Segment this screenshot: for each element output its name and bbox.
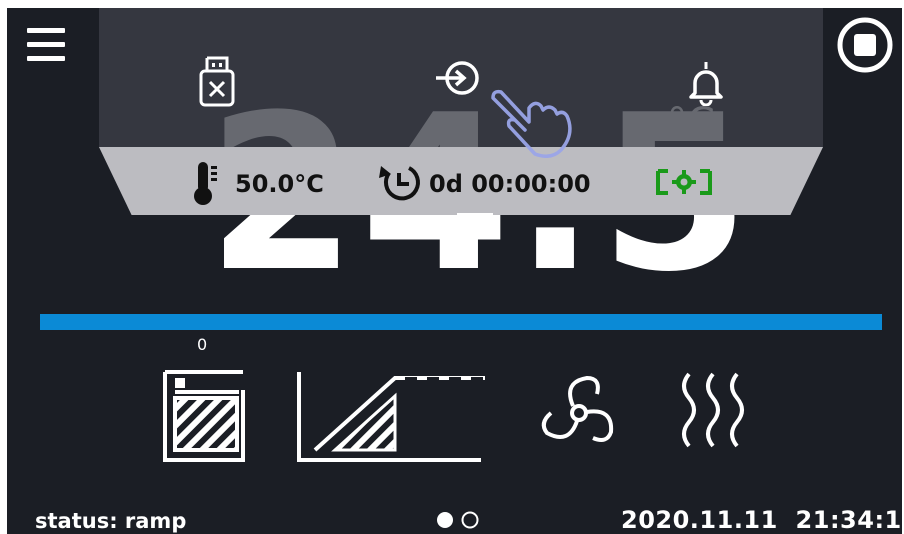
bell-icon[interactable] xyxy=(687,60,725,106)
fan-icon[interactable] xyxy=(533,368,625,458)
controller-screen: 24.5 °C 50.0°C xyxy=(7,8,902,534)
status-text: status: ramp xyxy=(35,509,187,533)
progress-bar xyxy=(40,314,882,330)
cycle-counter: 0 xyxy=(197,335,208,354)
ramp-icon[interactable] xyxy=(295,368,485,464)
datetime: 2020.11.11 21:34:16 xyxy=(621,506,902,534)
date: 2020.11.11 xyxy=(621,506,778,534)
timer-icon xyxy=(379,166,420,201)
stop-button[interactable] xyxy=(836,16,894,74)
time: 21:34:16 xyxy=(795,506,902,534)
thermometer-icon xyxy=(194,162,217,205)
menu-icon[interactable] xyxy=(27,24,65,68)
chamber-icon[interactable] xyxy=(161,368,253,464)
timer-value: 0d 00:00:00 xyxy=(429,170,591,198)
page-indicator[interactable] xyxy=(435,510,487,530)
set-temperature: 50.0°C xyxy=(235,170,324,198)
usb-eject-icon[interactable] xyxy=(197,54,237,110)
login-icon[interactable] xyxy=(432,58,484,98)
program-mode-icon[interactable] xyxy=(655,168,713,196)
divider xyxy=(457,213,493,217)
hand-pointer-icon xyxy=(491,89,572,158)
progress-fill xyxy=(40,314,882,330)
heating-icon[interactable] xyxy=(667,368,759,458)
